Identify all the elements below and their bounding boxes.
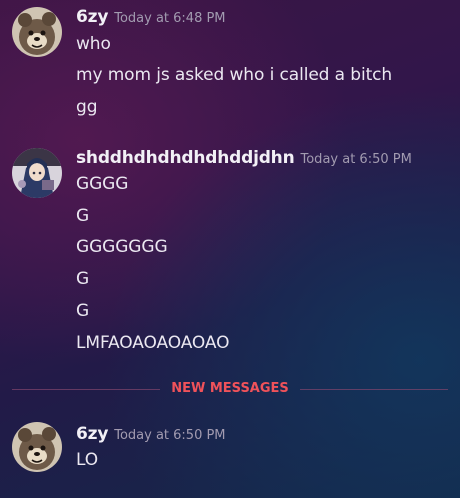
timestamp[interactable]: Today at 6:50 PM [301,152,412,167]
message-text: LMFAOAOAOAOAO [76,333,230,353]
divider-line [12,389,160,390]
message-group: 6zy Today at 6:50 PM LO [0,416,460,486]
username[interactable]: shddhdhdhdhdhddjdhn [76,148,295,168]
anime-character-icon [12,148,62,198]
message-text: G [76,269,90,289]
cartoon-bear-icon [12,7,62,57]
avatar[interactable] [12,148,62,198]
message-header: 6zy Today at 6:48 PM [76,7,226,27]
avatar[interactable] [12,422,62,472]
message-group: shddhdhdhdhdhddjdhn Today at 6:50 PM GGGG… [0,140,460,360]
message-text: G [76,206,90,226]
message-text: my mom js asked who i called a bitch [76,65,393,85]
message-text: who [76,34,111,54]
timestamp[interactable]: Today at 6:48 PM [114,11,225,26]
message-text: GGGG [76,174,129,194]
cartoon-bear-icon [12,422,62,472]
message-header: 6zy Today at 6:50 PM [76,424,226,444]
username[interactable]: 6zy [76,424,108,444]
message-header: shddhdhdhdhdhddjdhn Today at 6:50 PM [76,148,412,168]
new-messages-label: NEW MESSAGES [171,381,289,396]
username[interactable]: 6zy [76,7,108,27]
message-text: LO [76,450,99,470]
timestamp[interactable]: Today at 6:50 PM [114,428,225,443]
message-text: G [76,301,90,321]
divider-line [300,389,448,390]
message-group: 6zy Today at 6:48 PM who my mom js asked … [0,0,460,130]
avatar[interactable] [12,7,62,57]
new-messages-divider: NEW MESSAGES [12,380,448,398]
message-text: GGGGGGG [76,237,168,257]
message-text: gg [76,97,98,117]
